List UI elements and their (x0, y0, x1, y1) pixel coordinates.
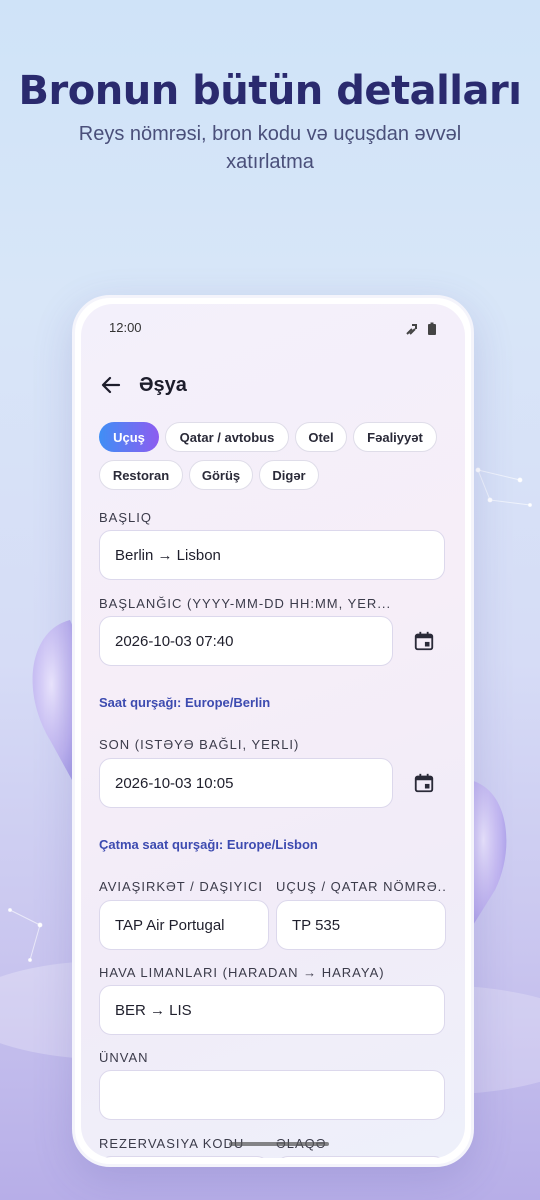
calendar-icon[interactable] (413, 630, 435, 652)
end-timezone: Çatma saat qurşağı: Europe/Lisbon (99, 837, 318, 852)
calendar-icon[interactable] (413, 772, 435, 794)
title-field[interactable]: Berlin → Lisbon (99, 530, 445, 580)
status-bar: 12:00 (109, 320, 437, 340)
signal-icon (406, 324, 417, 335)
flight-number-field[interactable]: TP 535 (276, 900, 446, 950)
phone-frame: 12:00 Əşya Uçuş Qatar / avtobus Otel Fəa… (72, 295, 474, 1167)
end-datetime-field[interactable]: 2026-10-03 10:05 (99, 758, 393, 808)
arrow-left-icon[interactable] (99, 373, 123, 397)
title-label: BAŞLIQ (99, 510, 152, 525)
address-label: ÜNVAN (99, 1050, 149, 1065)
flight-number-label: UÇUŞ / QATAR NÖMRƏ... (276, 879, 446, 894)
battery-icon (428, 322, 436, 335)
start-label: BAŞLANĞIC (YYYY-MM-DD HH:MM, YER... (99, 596, 392, 611)
booking-code-label: REZERVASIYA KODU (99, 1136, 245, 1151)
address-field[interactable] (99, 1070, 445, 1120)
promo-title: Bronun bütün detalları (18, 68, 522, 114)
chip-fealiyyet[interactable]: Fəaliyyət (353, 422, 437, 452)
start-datetime-field[interactable]: 2026-10-03 07:40 (99, 616, 393, 666)
chip-ucus[interactable]: Uçuş (99, 422, 159, 452)
chip-qatar-avtobus[interactable]: Qatar / avtobus (165, 422, 289, 452)
app-screen: 12:00 Əşya Uçuş Qatar / avtobus Otel Fəa… (81, 304, 465, 1158)
promo-subtitle: Reys nömrəsi, bron kodu və uçuşdan əvvəl… (78, 123, 462, 173)
airports-label: HAVA LIMANLARI (HARADAN → HARAYA) (99, 965, 385, 980)
status-time: 12:00 (109, 320, 142, 335)
app-bar: Əşya (99, 370, 187, 400)
status-icons (405, 322, 437, 336)
airports-field[interactable]: BER → LIS (99, 985, 445, 1035)
chip-diger[interactable]: Digər (259, 460, 319, 490)
contact-field[interactable] (276, 1156, 446, 1158)
home-indicator[interactable] (229, 1142, 329, 1146)
start-timezone: Saat qurşağı: Europe/Berlin (99, 695, 271, 710)
chip-restoran[interactable]: Restoran (99, 460, 183, 490)
end-label: SON (ISTƏYƏ BAĞLI, YERLI) (99, 737, 300, 752)
carrier-label: AVIAŞIRKƏT / DAŞIYICI (99, 879, 263, 894)
screen-title: Əşya (139, 373, 187, 396)
carrier-field[interactable]: TAP Air Portugal (99, 900, 269, 950)
booking-code-field[interactable] (99, 1156, 269, 1158)
chip-otel[interactable]: Otel (295, 422, 347, 452)
chip-gorus[interactable]: Görüş (189, 460, 253, 490)
